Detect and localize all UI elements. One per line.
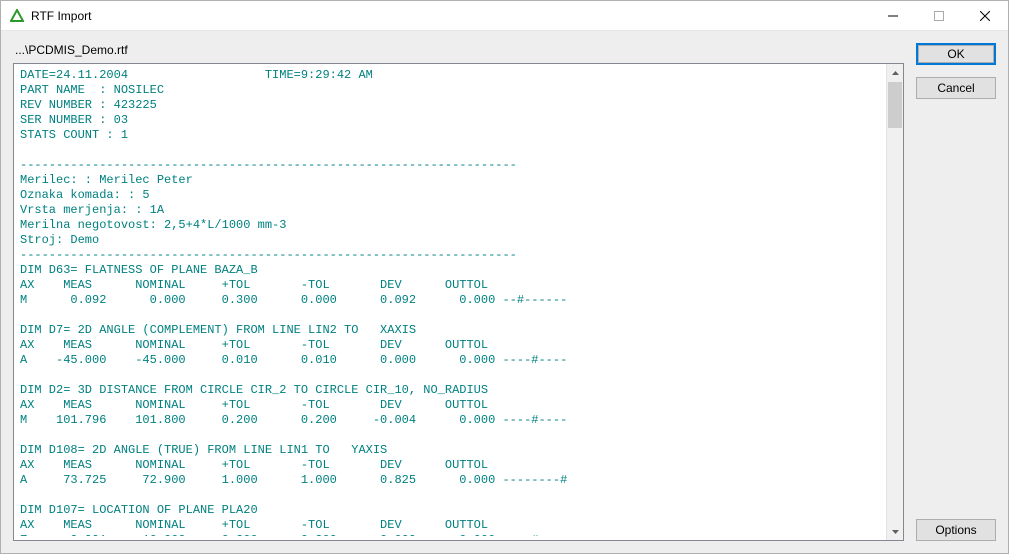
client-area: ...\PCDMIS_Demo.rtf DATE=24.11.2004 TIME…: [1, 31, 1008, 553]
right-button-column: OK Cancel Options: [916, 41, 996, 541]
dialog-window: RTF Import ...\PCDMIS_Demo.rtf DATE=24.1…: [0, 0, 1009, 554]
scroll-up-button[interactable]: [887, 64, 904, 81]
vertical-scrollbar[interactable]: [886, 64, 903, 540]
app-icon: [9, 8, 25, 24]
ok-button[interactable]: OK: [916, 43, 996, 65]
titlebar: RTF Import: [1, 1, 1008, 31]
minimize-button[interactable]: [870, 1, 916, 31]
window-title: RTF Import: [31, 9, 91, 23]
close-button[interactable]: [962, 1, 1008, 31]
rtf-text: DATE=24.11.2004 TIME=9:29:42 AM PART NAM…: [20, 68, 885, 536]
left-column: ...\PCDMIS_Demo.rtf DATE=24.11.2004 TIME…: [13, 41, 904, 541]
scroll-down-button[interactable]: [887, 523, 904, 540]
scroll-thumb[interactable]: [888, 82, 902, 128]
rtf-content-box[interactable]: DATE=24.11.2004 TIME=9:29:42 AM PART NAM…: [13, 63, 904, 541]
file-path-label: ...\PCDMIS_Demo.rtf: [13, 41, 904, 63]
cancel-button[interactable]: Cancel: [916, 77, 996, 99]
options-button[interactable]: Options: [916, 519, 996, 541]
maximize-button[interactable]: [916, 1, 962, 31]
